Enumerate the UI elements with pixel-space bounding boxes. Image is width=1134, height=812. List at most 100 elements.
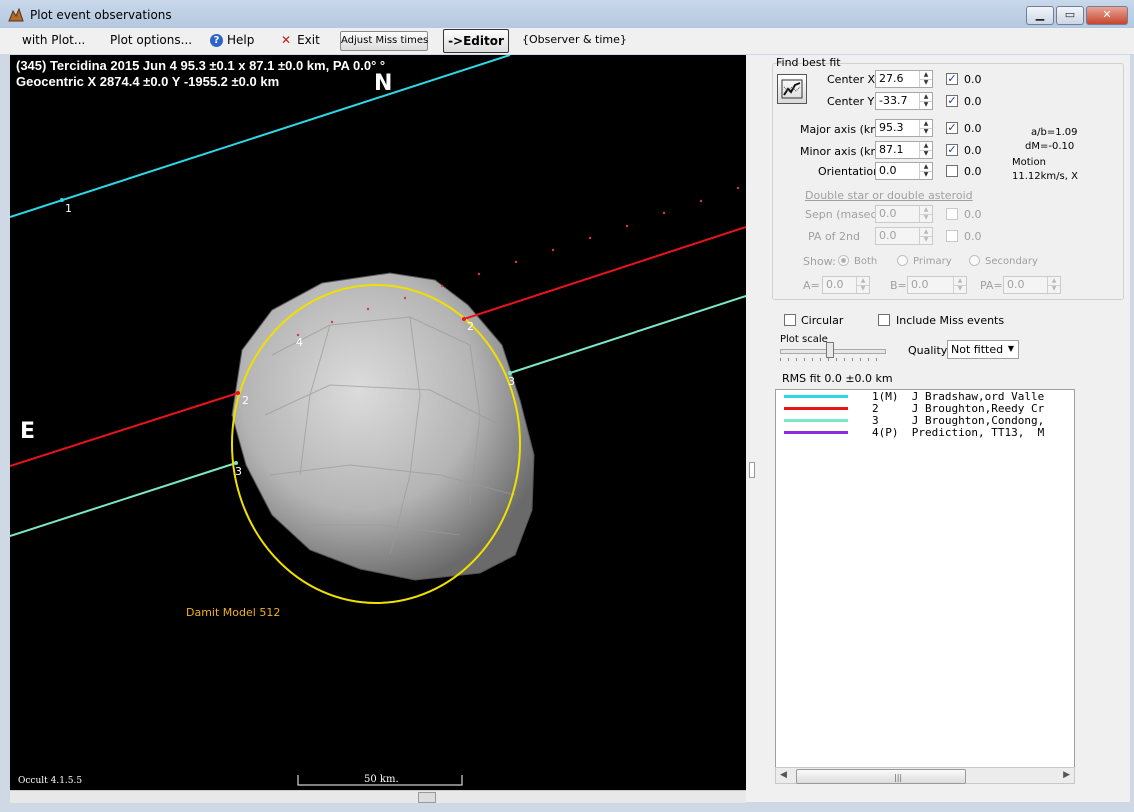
pa-second-value: 0.0 (879, 229, 897, 242)
separation-down-icon[interactable]: ▼ (920, 214, 932, 222)
center-y-fit-checkbox[interactable]: ✓ (946, 95, 958, 107)
major-axis-value: 95.3 (879, 121, 904, 134)
editor-button[interactable]: ->Editor (443, 29, 509, 53)
observer-4-text: 4(P) Prediction, TT13, M (872, 426, 1045, 439)
menu-exit[interactable]: ✕ Exit (281, 33, 320, 47)
center-x-fit-checkbox[interactable]: ✓ (946, 73, 958, 85)
chord-3-line (10, 462, 237, 537)
adjust-miss-times-button[interactable]: Adjust Miss times (340, 31, 428, 51)
show-both-radio[interactable] (838, 255, 849, 266)
east-label: E (20, 419, 36, 444)
plot-scale-thumb[interactable] (826, 342, 834, 358)
center-x-down-icon[interactable]: ▼ (920, 79, 932, 87)
menu-with-plot[interactable]: with Plot... (22, 33, 85, 47)
center-x-check-value: 0.0 (964, 73, 982, 86)
motion-label: Motion (1012, 157, 1046, 168)
chord-label-2-right: 2 (467, 320, 474, 333)
list-item[interactable]: 1(M) J Bradshaw,ord Valle (776, 390, 1074, 403)
version-label: Occult 4.1.5.5 (18, 776, 83, 786)
maximize-button[interactable]: ▭ (1056, 6, 1084, 25)
find-best-fit-button[interactable] (777, 74, 807, 104)
b-spinner[interactable]: 0.0 ▲ ▼ (907, 276, 967, 294)
pa-second-down-icon[interactable]: ▼ (920, 236, 932, 244)
show-secondary-label: Secondary (985, 256, 1038, 267)
orientation-fit-checkbox[interactable] (946, 165, 958, 177)
minor-axis-check-value: 0.0 (964, 144, 982, 157)
list-item[interactable]: 3 J Broughton,Condong, (776, 414, 1074, 427)
center-x-spinner[interactable]: 27.6 ▲ ▼ (875, 70, 933, 88)
minor-axis-down-icon[interactable]: ▼ (920, 150, 932, 158)
observer-list-scroll-thumb[interactable]: ||| (796, 769, 966, 784)
pa-second-label: PA of 2nd (808, 230, 861, 243)
orientation-down-icon[interactable]: ▼ (920, 171, 932, 179)
major-axis-fit-checkbox[interactable]: ✓ (946, 122, 958, 134)
fit-panel: Find best fit Center X 27.6 ▲ ▼ ✓ 0.0 Cen… (760, 55, 1130, 802)
chord-2-swatch (784, 407, 848, 410)
plot-canvas[interactable]: 1 2 2 3 3 4 (345) Tercidina 2015 Jun 4 9… (10, 55, 746, 790)
chord-3-swatch (784, 419, 848, 422)
quality-label: Quality (908, 344, 948, 357)
center-y-value: -33.7 (879, 94, 908, 107)
observer-list-scrollbar[interactable]: ◀ ||| ▶ (775, 767, 1075, 784)
separation-value: 0.0 (879, 207, 897, 220)
orientation-check-value: 0.0 (964, 165, 982, 178)
pa-down-icon[interactable]: ▼ (1048, 285, 1060, 293)
separation-fit-checkbox[interactable] (946, 208, 958, 220)
minor-axis-spinner[interactable]: 87.1 ▲ ▼ (875, 141, 933, 159)
b-value: 0.0 (911, 278, 929, 291)
grip-icon: ||| (894, 773, 903, 782)
major-axis-spinner[interactable]: 95.3 ▲ ▼ (875, 119, 933, 137)
center-y-label: Center Y (827, 95, 875, 108)
chord-1-swatch (784, 395, 848, 398)
pa-label: PA= (980, 279, 1003, 292)
show-secondary-radio[interactable] (969, 255, 980, 266)
minor-axis-label: Minor axis (km) (800, 145, 886, 158)
center-y-down-icon[interactable]: ▼ (920, 101, 932, 109)
close-button[interactable]: ✕ (1086, 6, 1128, 25)
window-controls: ▁ ▭ ✕ (1026, 6, 1128, 25)
pa-spinner[interactable]: 0.0 ▲ ▼ (1003, 276, 1061, 294)
plot-header-line-1: (345) Tercidina 2015 Jun 4 95.3 ±0.1 x 8… (16, 58, 386, 73)
north-label: N (374, 71, 393, 96)
list-item[interactable]: 4(P) Prediction, TT13, M (776, 426, 1074, 439)
scroll-right-icon[interactable]: ▶ (1063, 770, 1070, 780)
pa-second-fit-checkbox[interactable] (946, 230, 958, 242)
scroll-left-icon[interactable]: ◀ (780, 770, 787, 780)
show-primary-radio[interactable] (897, 255, 908, 266)
list-item[interactable]: 2 J Broughton,Reedy Cr (776, 402, 1074, 415)
menu-observer-time[interactable]: {Observer & time} (522, 33, 627, 46)
major-axis-down-icon[interactable]: ▼ (920, 128, 932, 136)
panel-splitter[interactable] (746, 55, 760, 802)
splitter-grip[interactable] (749, 462, 755, 478)
minor-axis-fit-checkbox[interactable]: ✓ (946, 144, 958, 156)
plot-graphics: 1 2 2 3 3 4 (10, 55, 746, 786)
observer-list[interactable]: 1(M) J Bradshaw,ord Valle 2 J Broughton,… (775, 389, 1075, 784)
menu-help[interactable]: ? Help (210, 33, 254, 47)
pa-value: 0.0 (1007, 278, 1025, 291)
show-label: Show: (803, 255, 836, 268)
quality-select[interactable]: Not fitted ▼ (947, 340, 1019, 359)
circular-checkbox[interactable] (784, 314, 796, 326)
a-label: A= (803, 279, 820, 292)
major-axis-label: Major axis (km) (800, 123, 886, 136)
a-down-icon[interactable]: ▼ (857, 285, 869, 293)
orientation-spinner[interactable]: 0.0 ▲ ▼ (875, 162, 933, 180)
b-label: B= (890, 279, 907, 292)
menu-plot-options[interactable]: Plot options... (110, 33, 192, 47)
center-y-spinner[interactable]: -33.7 ▲ ▼ (875, 92, 933, 110)
b-down-icon[interactable]: ▼ (954, 285, 966, 293)
show-both-label: Both (854, 256, 878, 267)
a-spinner[interactable]: 0.0 ▲ ▼ (822, 276, 870, 294)
chord-1-marker (60, 198, 64, 202)
minimize-button[interactable]: ▁ (1026, 6, 1054, 25)
center-y-check-value: 0.0 (964, 95, 982, 108)
exit-icon: ✕ (281, 33, 292, 47)
plot-scroll-thumb[interactable] (418, 792, 436, 803)
chord-label-2-left: 2 (242, 394, 249, 407)
separation-spinner[interactable]: 0.0 ▲ ▼ (875, 205, 933, 223)
pa-second-spinner[interactable]: 0.0 ▲ ▼ (875, 227, 933, 245)
include-miss-checkbox[interactable] (878, 314, 890, 326)
chevron-down-icon: ▼ (1007, 344, 1014, 353)
plot-horizontal-scrollbar[interactable] (10, 790, 746, 803)
model-label: Damit Model 512 (186, 606, 281, 619)
